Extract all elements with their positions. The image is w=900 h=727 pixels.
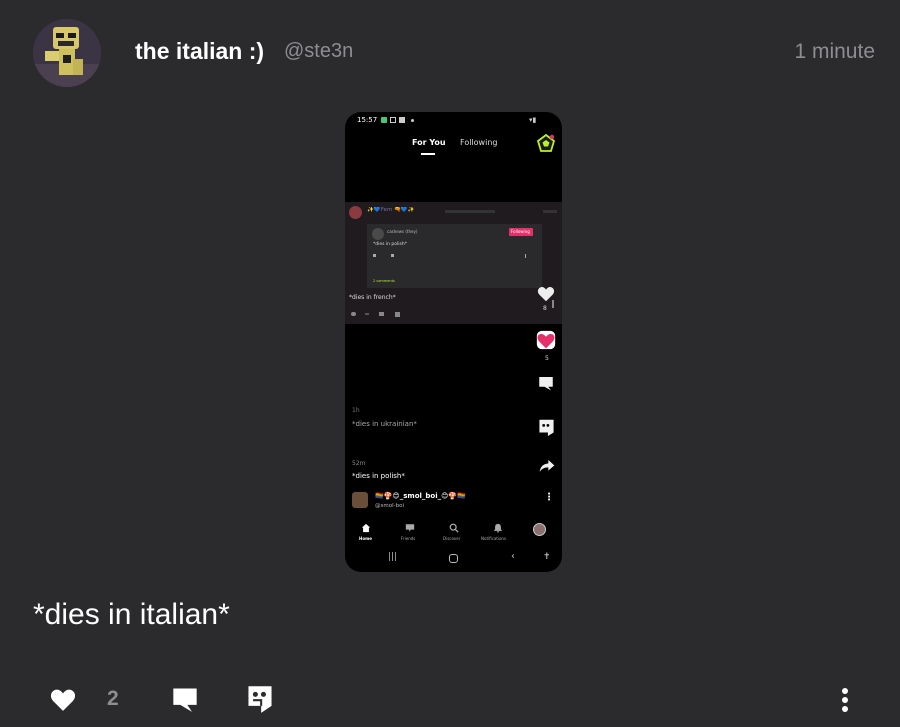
heart-icon [50,689,76,711]
user-handle: @smol-boi [375,503,404,509]
friends-icon[interactable] [405,523,415,533]
quoted-follow-badge[interactable]: Following [509,228,533,236]
quoted-author: cashews (they) [387,229,418,234]
nested-more-icon[interactable] [552,300,554,308]
nav-home-label[interactable]: Home [359,536,372,541]
bottom-nav: Home Friends Discover Notifications [345,516,562,546]
accessibility-icon[interactable]: ✝ [543,552,551,562]
quoted-post[interactable]: cashews (they) Following *dies in polish… [367,224,542,288]
like-count: 2 [107,687,119,710]
home-button-icon[interactable] [449,554,458,563]
author-handle[interactable]: @ste3n [284,40,353,63]
status-mail-icon [390,117,396,123]
user-avatar[interactable] [352,492,368,508]
quoted-avatar [372,228,384,240]
tab-indicator [421,153,435,155]
quoted-heart-icon [373,254,376,257]
home-icon[interactable] [361,523,371,533]
more-icon [842,688,848,712]
side-like-icon[interactable] [536,330,556,350]
user-name[interactable]: 🏳️‍🌈🍄😊_smol_boi_😊🍄🏳️‍🌈 [375,492,466,500]
author-name[interactable]: the italian :) [135,38,264,65]
avatar[interactable] [33,19,101,87]
nav-friends-label[interactable]: Friends [401,536,415,541]
quoted-text: *dies in polish* [373,242,407,247]
pol-post-time: 52m [352,460,366,467]
recents-icon[interactable]: ||| [388,552,397,562]
nested-post-text: *dies in french* [349,294,396,301]
tab-following[interactable]: Following [460,138,497,147]
nav-profile-avatar[interactable] [533,523,546,536]
ukr-post-text: *dies in ukrainian* [352,420,417,428]
side-like-count: 5 [545,355,549,362]
quoted-comments-link[interactable]: 2 comments [373,279,395,283]
more-options-button[interactable] [832,686,858,714]
side-quote-icon[interactable] [538,418,555,437]
nav-discover-label[interactable]: Discover [443,536,460,541]
pol-post-text: *dies in polish* [352,472,405,480]
nested-heart-icon[interactable] [351,312,356,316]
status-app-icon [381,117,387,123]
comment-button[interactable] [170,684,200,714]
search-icon[interactable] [449,523,459,533]
like-button[interactable] [49,687,77,713]
nested-post-card[interactable]: ✨💙Fem 🔫💙✨ cashews (they) Following *dies… [345,202,562,324]
quoted-more-icon [525,254,526,258]
ukr-post-time: 1h [352,407,360,414]
nested-like-count: 8 [543,305,547,312]
attached-screenshot[interactable]: 15:57 ▾▮ For You Following ✨💙Fem 🔫💙✨ cas… [345,112,562,572]
side-comment-icon[interactable] [537,374,555,392]
back-icon[interactable]: ‹ [511,551,515,562]
nested-quote-icon[interactable] [395,312,400,317]
status-signal-icon: ▾▮ [529,116,537,124]
nested-time [543,210,557,213]
quote-icon [248,686,272,713]
post-timestamp: 1 minute [794,40,875,63]
nav-notifications-label[interactable]: Notifications [481,536,506,541]
nested-author-name: ✨💙Fem 🔫💙✨ [367,207,415,213]
quoted-comment-icon [391,254,394,257]
tab-for-you[interactable]: For You [412,138,446,147]
status-time: 15:57 [357,116,378,124]
post-text: *dies in italian* [33,598,230,631]
comment-icon [173,688,197,712]
side-share-icon[interactable] [539,459,555,473]
quote-button[interactable] [245,684,275,714]
bell-icon[interactable] [493,523,503,533]
user-more-icon[interactable]: ⋮ [544,492,554,503]
nested-avatar [349,206,362,219]
nested-comment-icon[interactable] [379,312,384,316]
app-logo-icon[interactable] [537,134,555,152]
nested-count [365,313,369,315]
avatar-image [33,19,101,87]
status-image-icon [399,117,405,123]
status-dot-icon [411,119,414,122]
nested-handle [445,210,495,213]
